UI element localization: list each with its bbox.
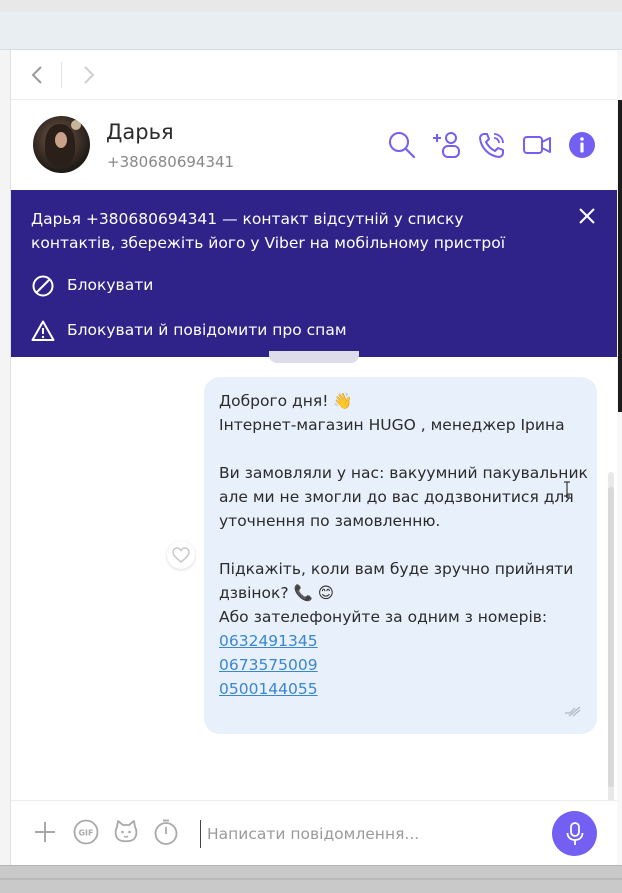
message-line: дзвінок? 📞 😊 [219, 584, 334, 602]
message-line: Підкажіть, коли вам буде зручно прийняти [219, 560, 574, 578]
plus-icon[interactable] [31, 818, 59, 846]
message-line: Ви замовляли у нас: вакуумний пакувальни… [219, 464, 588, 482]
phone-link[interactable]: 0673575009 [219, 656, 318, 674]
chat-window: Дарья +380680694341 Дарья +380680694341 … [11, 50, 617, 865]
add-participant-icon[interactable] [432, 130, 462, 160]
message-composer: GIF [11, 800, 617, 865]
outgoing-message-bubble[interactable]: Доброго дня! 👋 Інтернет-магазин HUGO , м… [204, 377, 597, 734]
message-line: але ми не змогли до вас додзвонитися для [219, 488, 574, 506]
search-icon[interactable] [387, 130, 417, 160]
contact-phone: +380680694341 [107, 153, 235, 171]
navigation-bar [11, 50, 617, 100]
phone-link[interactable]: 0632491345 [219, 632, 318, 650]
block-icon [32, 275, 54, 297]
avatar[interactable] [33, 116, 90, 173]
message-input[interactable] [200, 820, 549, 848]
app-top-bar [0, 12, 622, 50]
forward-arrow-icon[interactable] [77, 63, 99, 87]
sticker-icon[interactable] [112, 818, 140, 846]
message-line: Інтернет-магазин HUGO , менеджер Ірина [219, 416, 565, 434]
right-panel-edge [617, 50, 622, 865]
voice-message-button[interactable] [552, 811, 597, 856]
contact-name[interactable]: Дарья [106, 120, 174, 144]
message-line: Або зателефонуйте за одним з номерів: [219, 608, 548, 626]
banner-message: Дарья +380680694341 — контакт відсутній … [31, 210, 505, 252]
call-icon[interactable] [477, 130, 507, 160]
mic-icon [566, 822, 584, 845]
warning-icon [31, 320, 55, 341]
delivered-status-icon [565, 706, 581, 717]
gif-icon[interactable]: GIF [72, 818, 100, 846]
left-panel-edge [0, 50, 11, 865]
close-icon[interactable] [577, 206, 597, 226]
message-line: уточнення по замовленню. [219, 512, 441, 530]
chat-header: Дарья +380680694341 [11, 100, 617, 190]
block-label: Блокувати [67, 276, 154, 294]
back-arrow-icon[interactable] [27, 63, 49, 87]
video-call-icon[interactable] [522, 130, 552, 160]
text-cursor-icon [564, 481, 570, 497]
taskbar-strip [0, 865, 622, 893]
nav-divider [61, 62, 62, 88]
phone-link[interactable]: 0500144055 [219, 680, 318, 698]
date-separator [269, 351, 359, 363]
unknown-contact-banner: Дарья +380680694341 — контакт відсутній … [11, 190, 617, 357]
info-icon[interactable] [567, 130, 597, 160]
scrollbar-thumb[interactable] [608, 487, 614, 787]
block-spam-label: Блокувати й повідомити про спам [67, 321, 347, 339]
heart-icon [172, 547, 190, 563]
message-line: Доброго дня! 👋 [219, 392, 353, 410]
like-button[interactable] [167, 541, 195, 569]
message-text: Доброго дня! 👋 Інтернет-магазин HUGO , м… [219, 389, 589, 701]
message-area[interactable]: Доброго дня! 👋 Інтернет-магазин HUGO , м… [11, 351, 617, 802]
timer-icon[interactable] [152, 818, 180, 846]
svg-text:GIF: GIF [78, 829, 93, 838]
